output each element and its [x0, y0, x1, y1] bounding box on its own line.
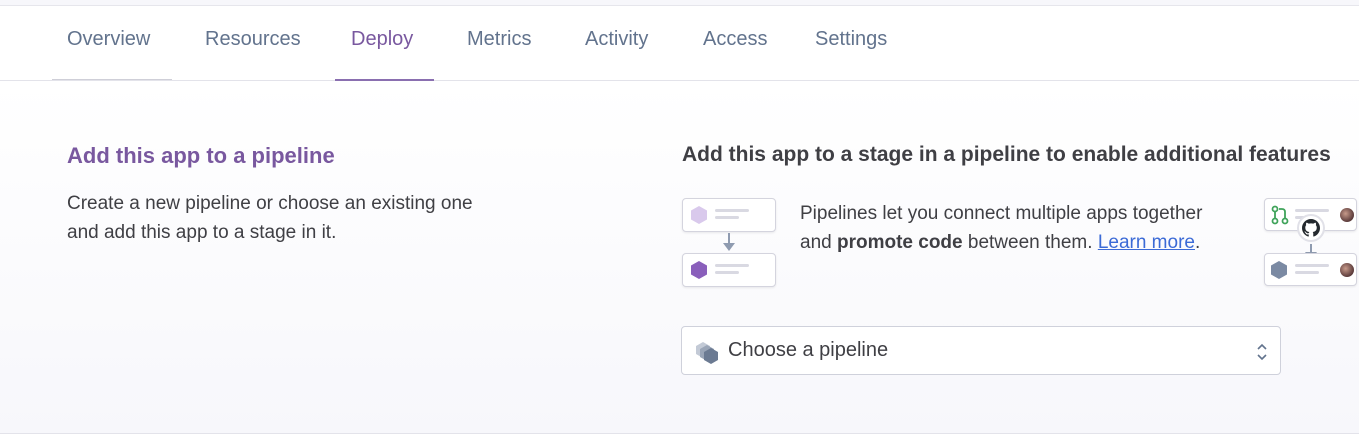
pipeline-select-value: Choose a pipeline — [728, 339, 889, 361]
placeholder-line — [715, 264, 749, 267]
pipeline-stage-icon — [691, 261, 707, 279]
pipeline-icon — [696, 342, 718, 364]
deploy-pipeline-section: Add this app to a pipeline Create a new … — [0, 82, 1359, 434]
pipeline-stage-icon — [691, 206, 707, 224]
pipeline-stage-icon — [1271, 261, 1287, 279]
github-icon — [1302, 219, 1320, 237]
pipeline-stage-card — [682, 198, 776, 232]
tab-settings[interactable]: Settings — [815, 28, 887, 51]
tab-activity[interactable]: Activity — [585, 28, 648, 51]
section-description: Create a new pipeline or choose an exist… — [67, 193, 473, 243]
git-pull-request-icon — [1271, 205, 1289, 225]
chevron-updown-icon — [1257, 343, 1267, 361]
placeholder-line — [715, 271, 739, 274]
placeholder-line — [1295, 264, 1329, 267]
tab-access[interactable]: Access — [703, 28, 767, 51]
avatar — [1340, 208, 1354, 222]
pipeline-heading: Add this app to a stage in a pipeline to… — [682, 143, 1331, 166]
placeholder-line — [715, 209, 749, 212]
section-title: Add this app to a pipeline — [67, 143, 335, 168]
github-badge — [1297, 214, 1325, 242]
tab-overview[interactable]: Overview — [67, 28, 150, 51]
learn-more-link[interactable]: Learn more — [1098, 232, 1195, 253]
tab-deploy[interactable]: Deploy — [351, 28, 413, 51]
pipeline-select[interactable]: Choose a pipeline — [681, 326, 1281, 375]
tab-resources[interactable]: Resources — [205, 28, 301, 51]
tab-metrics[interactable]: Metrics — [467, 28, 531, 51]
pipeline-stage-card — [1264, 253, 1357, 286]
placeholder-line — [1295, 271, 1319, 274]
arrow-head-icon — [723, 243, 735, 251]
app-tab-bar: Overview Resources Deploy Metrics Activi… — [0, 6, 1359, 81]
pipeline-stage-card — [682, 253, 776, 287]
placeholder-line — [715, 216, 739, 219]
avatar — [1340, 263, 1354, 277]
tab-hover-indicator — [52, 79, 172, 80]
pipeline-description: Pipelines let you connect multiple apps … — [800, 203, 1203, 253]
active-tab-indicator — [335, 79, 434, 81]
placeholder-line — [1295, 209, 1329, 212]
